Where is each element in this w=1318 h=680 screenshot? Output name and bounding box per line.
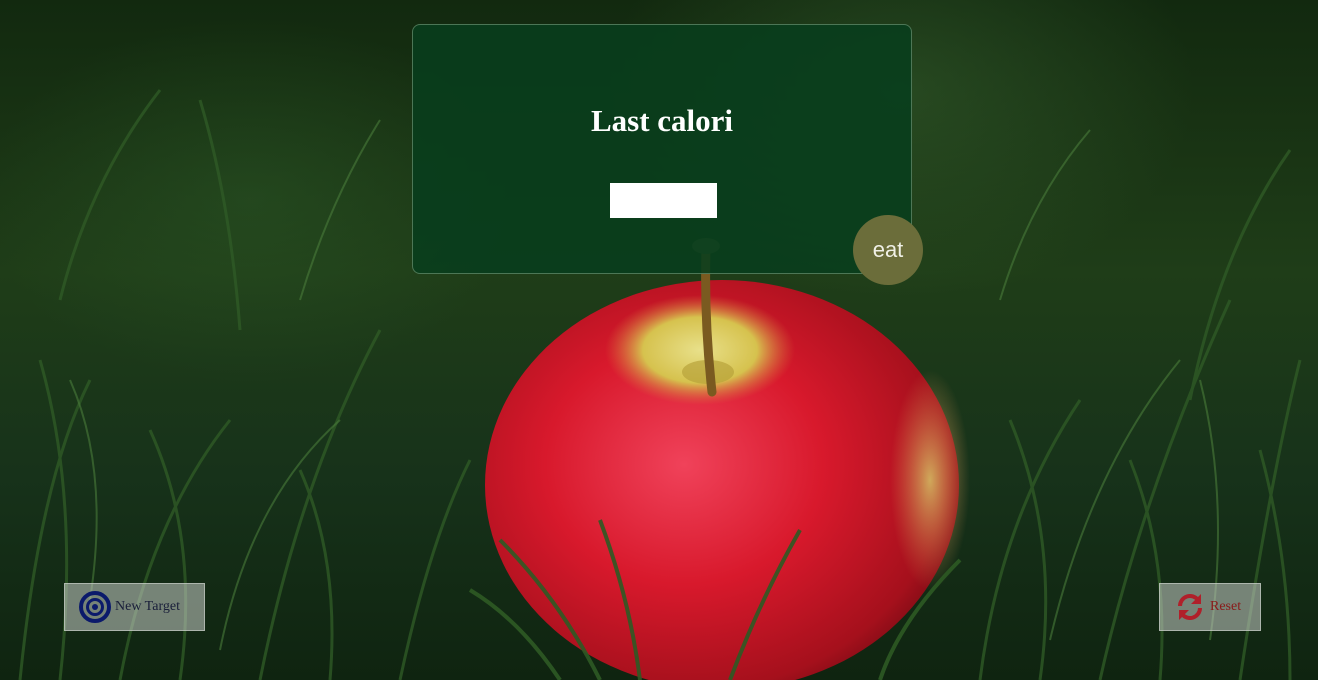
- new-target-label: New Target: [115, 599, 180, 614]
- eat-button[interactable]: eat: [853, 215, 923, 285]
- reset-button[interactable]: Reset: [1159, 583, 1261, 631]
- bullseye-icon: [79, 591, 111, 623]
- new-target-button[interactable]: New Target: [64, 583, 205, 631]
- calorie-input[interactable]: [610, 183, 717, 218]
- calorie-panel: Last calori: [412, 24, 912, 274]
- reset-label: Reset: [1210, 599, 1242, 614]
- panel-title: Last calori: [590, 103, 734, 138]
- refresh-icon: [1174, 591, 1206, 623]
